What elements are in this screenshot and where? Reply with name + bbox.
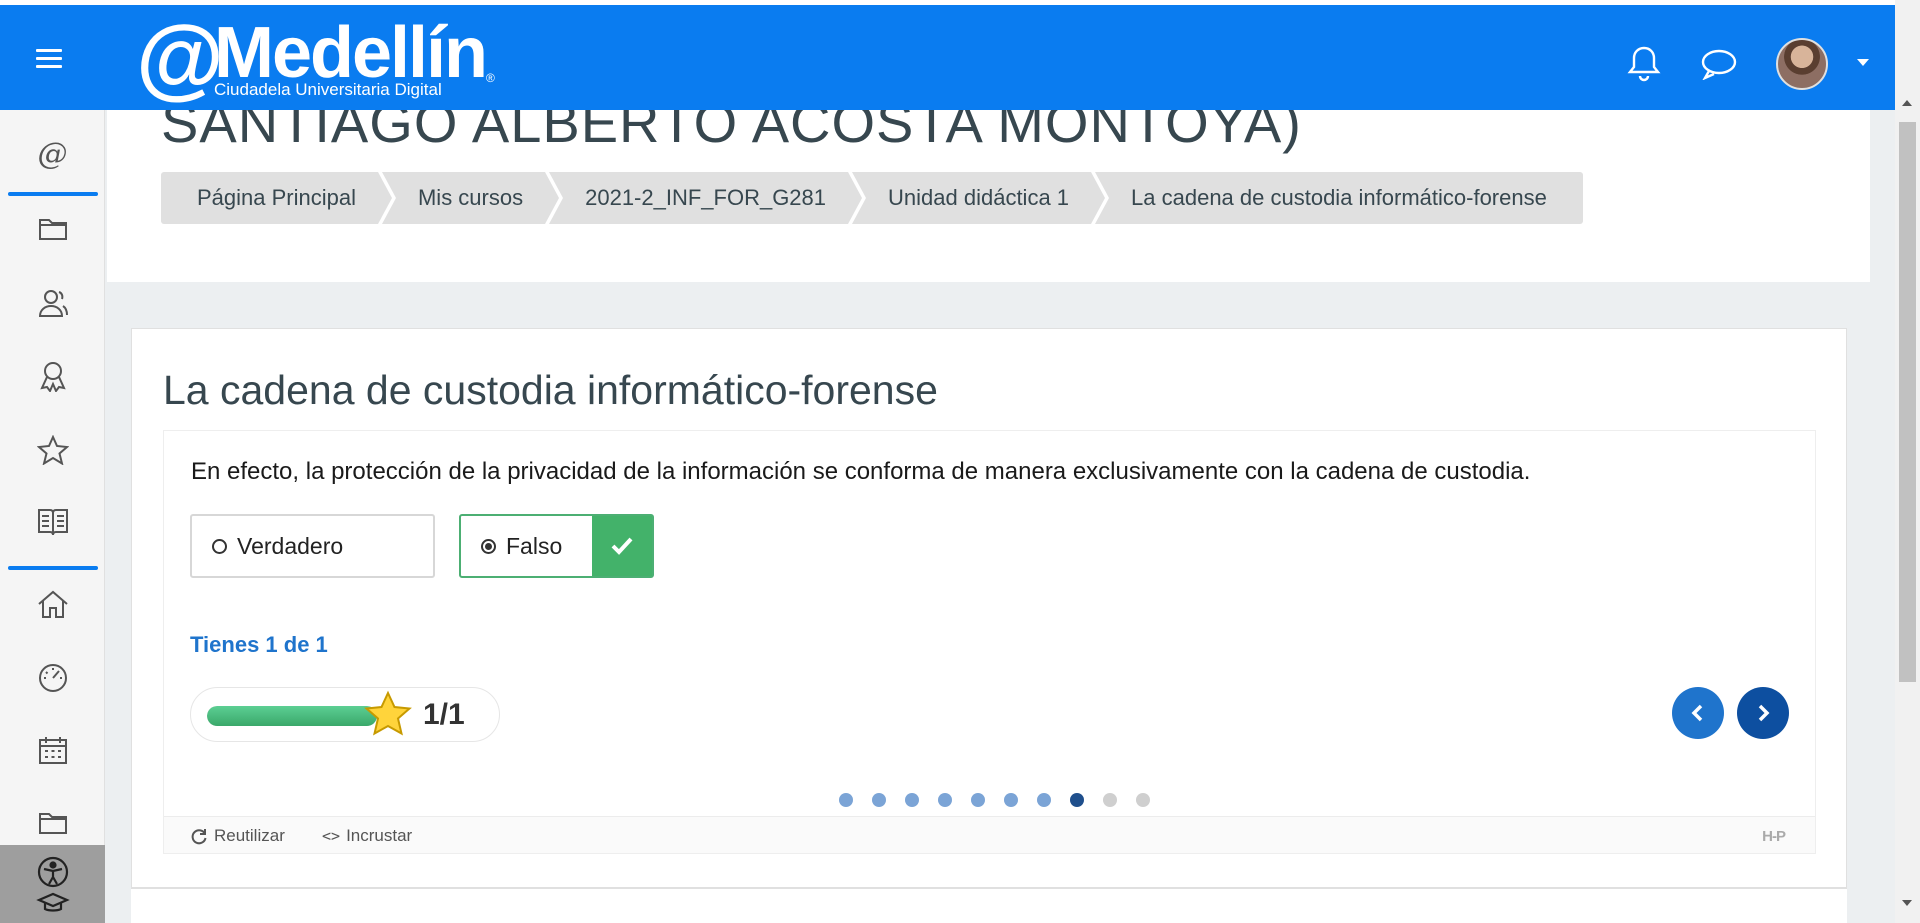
dashboard-icon	[38, 664, 67, 692]
star-icon	[36, 435, 69, 465]
sidebar-item-files[interactable]	[0, 199, 105, 259]
radio-selected-icon	[481, 538, 496, 554]
score-bar: 1/1	[190, 687, 500, 742]
sidebar-item-badges[interactable]	[0, 346, 105, 406]
hamburger-menu-icon[interactable]	[36, 49, 62, 69]
pagination-dot[interactable]	[1037, 793, 1051, 807]
score-value: 1/1	[423, 698, 465, 731]
logo-registered-mark: ®	[486, 71, 495, 85]
scroll-down-arrow-icon[interactable]	[1902, 900, 1912, 906]
sidebar-item-accessibility[interactable]	[0, 845, 105, 923]
breadcrumb-item-unit[interactable]: Unidad didáctica 1	[852, 172, 1110, 224]
breadcrumb-item-home[interactable]: Página Principal	[161, 172, 396, 224]
embed-button[interactable]: <> Incrustar	[322, 826, 412, 846]
logo-name: Medellín	[214, 13, 488, 93]
h5p-true-false-activity: En efecto, la protección de la privacida…	[163, 430, 1816, 854]
book-icon	[37, 509, 68, 536]
answer-option-true[interactable]: Verdadero	[190, 514, 435, 578]
calendar-icon	[38, 737, 67, 764]
breadcrumb-item-course[interactable]: 2021-2_INF_FOR_G281	[549, 172, 866, 224]
sidebar-item-participants[interactable]	[0, 273, 105, 333]
notifications-bell-icon[interactable]	[1627, 45, 1661, 88]
answer-label: Falso	[506, 532, 563, 559]
reuse-button[interactable]: Reutilizar	[190, 826, 285, 846]
h5p-footer: Reutilizar <> Incrustar H-P	[164, 816, 1815, 853]
course-header: SANTIAGO ALBERTO ACOSTA MONTOYA) Página …	[107, 110, 1870, 282]
sidebar-item-private-files[interactable]	[0, 793, 105, 853]
score-progress-fill	[207, 706, 377, 726]
slide-pagination	[839, 793, 1169, 807]
breadcrumb-item-my-courses[interactable]: Mis cursos	[381, 172, 564, 224]
pagination-dot[interactable]	[1103, 793, 1117, 807]
sidebar-separator	[8, 566, 98, 570]
correct-check-icon	[592, 516, 652, 576]
h5p-logo[interactable]: H-P	[1762, 828, 1786, 845]
logo-at-symbol: @	[136, 8, 224, 108]
sidebar-separator	[8, 192, 98, 196]
embed-label: Incrustar	[346, 826, 413, 845]
folder-icon	[38, 813, 67, 834]
page-scrollbar[interactable]	[1895, 0, 1920, 923]
question-text: En efecto, la protección de la privacida…	[191, 458, 1531, 485]
star-icon	[363, 690, 413, 745]
breadcrumb-item-current[interactable]: La cadena de custodia informático-forens…	[1095, 172, 1583, 224]
activity-card: La cadena de custodia informático-forens…	[131, 328, 1847, 888]
scrollbar-thumb[interactable]	[1899, 122, 1916, 682]
sidebar-item-courses[interactable]	[0, 492, 105, 552]
previous-slide-button[interactable]	[1672, 687, 1724, 739]
radio-unselected-icon	[212, 538, 227, 554]
breadcrumb: Página Principal Mis cursos 2021-2_INF_F…	[161, 172, 1587, 224]
answer-label: Verdadero	[237, 532, 344, 559]
user-menu-chevron-down-icon[interactable]	[1857, 59, 1869, 66]
page-title: SANTIAGO ALBERTO ACOSTA MONTOYA)	[161, 110, 1302, 154]
at-icon: @	[37, 136, 68, 172]
score-progress-track	[207, 706, 377, 726]
refresh-icon	[191, 829, 207, 845]
messages-chat-icon[interactable]	[1700, 48, 1738, 85]
logo-subtitle: Ciudadela Universitaria Digital	[214, 80, 442, 99]
site-logo[interactable]: @ Medellín ® Ciudadela Universitaria Dig…	[136, 13, 506, 109]
pagination-dot[interactable]	[1136, 793, 1150, 807]
pagination-dot[interactable]	[839, 793, 853, 807]
pagination-dot[interactable]	[1004, 793, 1018, 807]
user-avatar[interactable]	[1776, 38, 1828, 90]
next-slide-button[interactable]	[1737, 687, 1789, 739]
top-navbar: @ Medellín ® Ciudadela Universitaria Dig…	[0, 0, 1895, 110]
chevron-right-icon	[1758, 704, 1770, 722]
pagination-dot[interactable]	[1070, 793, 1084, 807]
sidebar-item-calendar[interactable]	[0, 720, 105, 780]
pagination-dot[interactable]	[938, 793, 952, 807]
sidebar-item-home[interactable]	[0, 574, 105, 634]
folder-icon	[38, 219, 67, 240]
sidebar-item-at[interactable]: @	[0, 124, 105, 184]
answer-option-false[interactable]: Falso	[459, 514, 654, 578]
sidebar-item-dashboard[interactable]	[0, 647, 105, 707]
reuse-label: Reutilizar	[214, 826, 285, 845]
pagination-dot[interactable]	[905, 793, 919, 807]
pagination-dot[interactable]	[971, 793, 985, 807]
scroll-up-arrow-icon[interactable]	[1902, 100, 1912, 106]
score-feedback-text: Tienes 1 de 1	[190, 632, 328, 657]
home-icon	[37, 590, 68, 618]
next-section-card	[131, 888, 1847, 923]
left-sidebar: @	[0, 110, 105, 923]
chevron-left-icon	[1691, 704, 1703, 722]
badge-icon	[39, 362, 66, 392]
accessibility-icon	[35, 856, 70, 912]
code-brackets-icon: <>	[322, 827, 341, 845]
users-icon	[38, 290, 68, 317]
activity-title: La cadena de custodia informático-forens…	[163, 367, 938, 413]
sidebar-item-favorites[interactable]	[0, 420, 105, 480]
pagination-dot[interactable]	[872, 793, 886, 807]
